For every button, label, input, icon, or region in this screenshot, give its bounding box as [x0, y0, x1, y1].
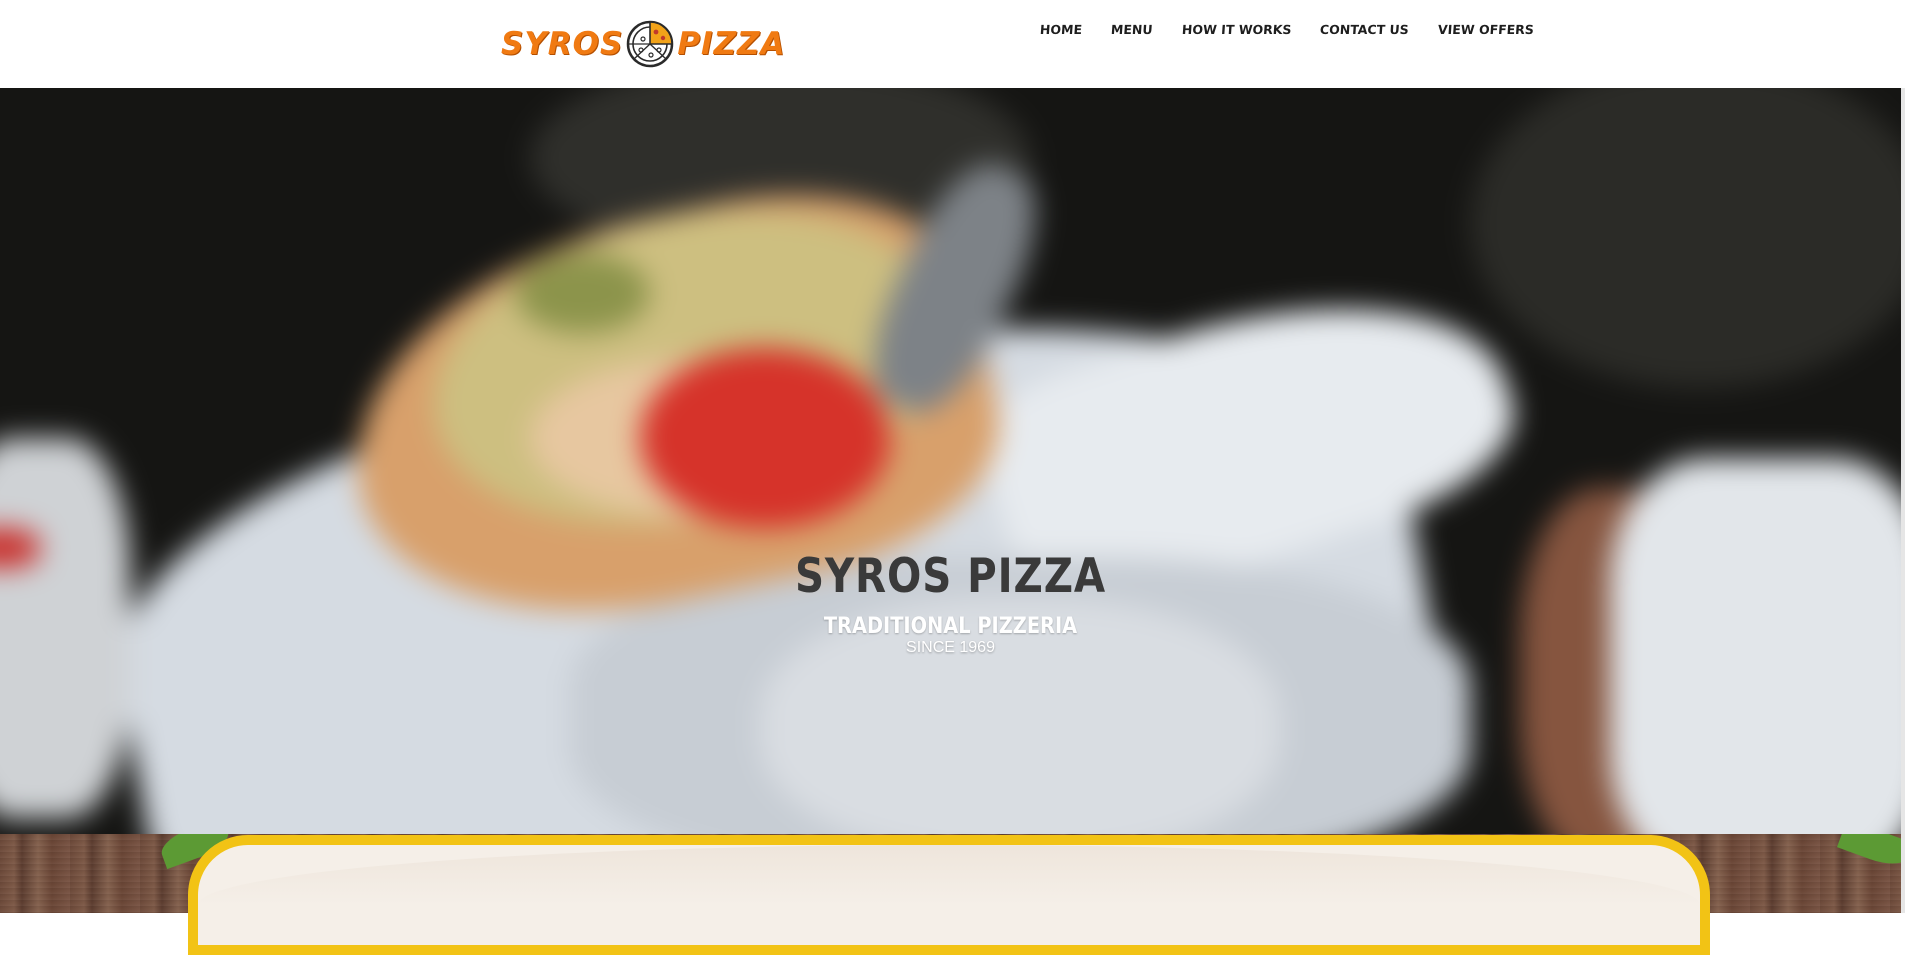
main-nav: HOME MENU HOW IT WORKS CONTACT US VIEW O… — [1039, 22, 1534, 37]
menu-card-frame — [188, 835, 1710, 955]
nav-view-offers[interactable]: VIEW OFFERS — [1437, 22, 1534, 37]
nav-home[interactable]: HOME — [1039, 22, 1082, 37]
hero-subtitle: TRADITIONAL PIZZERIA — [823, 614, 1078, 640]
hero-tagline: SINCE 1969 — [906, 639, 995, 656]
hero-banner: SYROS PIZZA TRADITIONAL PIZZERIA SINCE 1… — [0, 88, 1901, 834]
page-scrollbar[interactable] — [1901, 0, 1905, 913]
site-header: SYROS PIZZA HOME MENU HOW IT WORKS CONTA… — [0, 0, 1905, 88]
pizza-emblem-icon — [627, 20, 674, 68]
hero-background-image — [0, 88, 1901, 834]
logo-text-pizza: PIZZA — [677, 25, 786, 62]
site-logo[interactable]: SYROS PIZZA — [501, 17, 786, 71]
nav-contact-us[interactable]: CONTACT US — [1320, 22, 1410, 37]
logo-text-syros: SYROS — [501, 25, 624, 62]
nav-how-it-works[interactable]: HOW IT WORKS — [1181, 22, 1292, 37]
hero-title: SYROS PIZZA — [794, 549, 1107, 605]
menu-card-shade — [198, 845, 1700, 905]
nav-menu[interactable]: MENU — [1111, 22, 1154, 37]
